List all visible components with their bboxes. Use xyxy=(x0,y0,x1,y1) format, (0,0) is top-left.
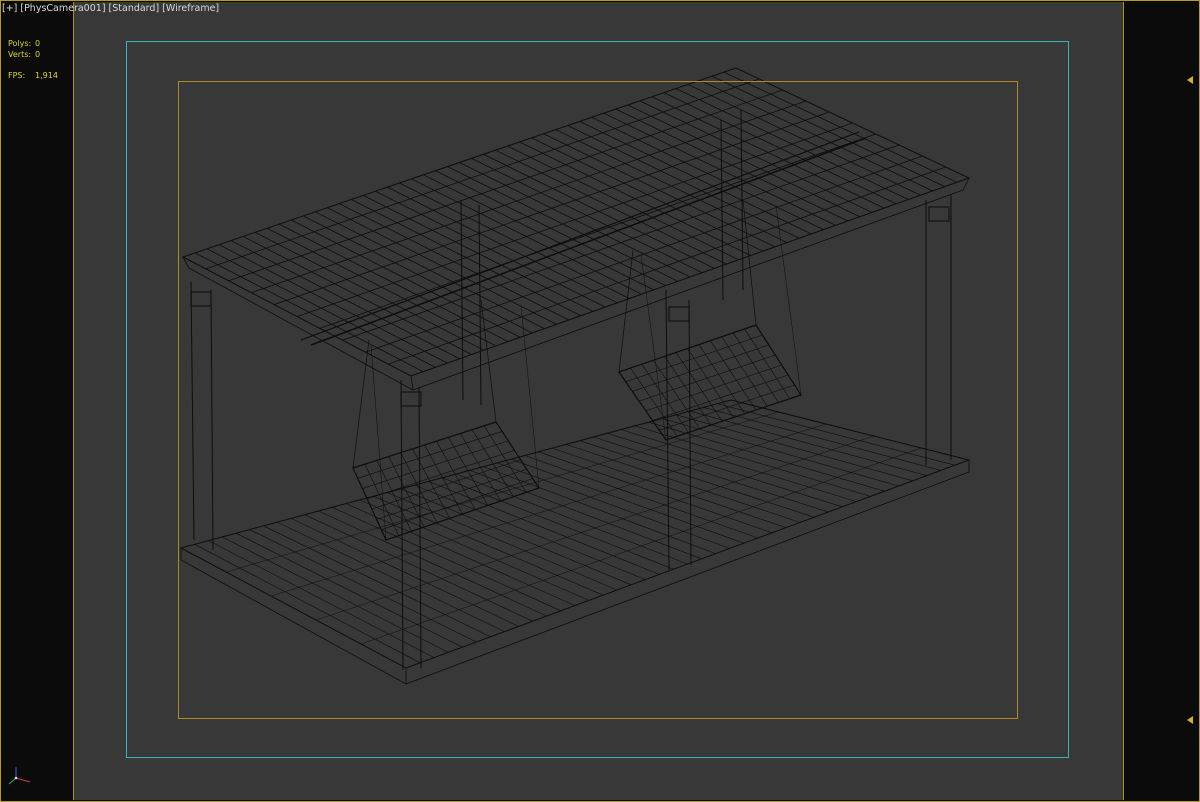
camera-viewport[interactable]: [+] [PhysCamera001] [Standard] [Wirefram… xyxy=(0,0,1200,802)
viewport-edge-arrow-icon[interactable] xyxy=(1187,716,1193,724)
axis-tripod-icon xyxy=(8,767,31,785)
polys-value: 0 xyxy=(35,39,41,48)
polys-label: Polys: xyxy=(8,39,32,48)
standard-shading-menu[interactable]: [Standard] xyxy=(109,3,160,17)
polys-stat: Polys: 0 xyxy=(8,38,68,49)
fps-stat: FPS: 1,914 xyxy=(8,70,68,81)
statistics-overlay: Polys: 0 Verts: 0 FPS: 1,914 xyxy=(8,38,68,81)
wireframe-shading-menu[interactable]: [Wireframe] xyxy=(162,3,219,17)
render-area[interactable] xyxy=(73,2,1124,800)
gazebo-swing-wireframe xyxy=(179,67,971,685)
verts-stat: Verts: 0 xyxy=(8,49,68,60)
verts-value: 0 xyxy=(35,50,41,59)
fps-label: FPS: xyxy=(8,71,26,80)
viewport-edge-arrow-icon[interactable] xyxy=(1187,76,1193,84)
viewport-plus-menu[interactable]: [+] xyxy=(2,3,17,17)
fps-value: 1,914 xyxy=(35,71,58,80)
verts-label: Verts: xyxy=(8,50,32,59)
left-margin xyxy=(1,19,73,799)
right-margin xyxy=(1124,19,1199,799)
camera-menu[interactable]: [PhysCamera001] xyxy=(20,3,105,17)
viewport-label-menu[interactable]: [+] [PhysCamera001] [Standard] [Wirefram… xyxy=(2,3,219,17)
wire-lines xyxy=(179,67,971,685)
